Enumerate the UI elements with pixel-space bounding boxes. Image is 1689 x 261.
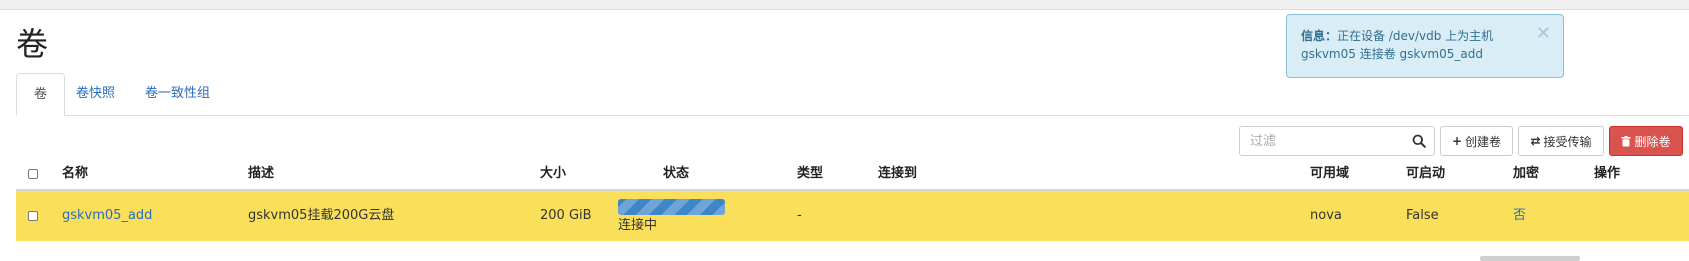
volume-status: 连接中 (618, 218, 658, 233)
volume-bootable: False (1406, 208, 1439, 223)
horizontal-scrollbar[interactable] (1480, 256, 1580, 261)
top-bar (0, 0, 1689, 10)
close-icon[interactable]: ✕ (1536, 25, 1551, 43)
column-bootable[interactable]: 可启动 (1406, 158, 1445, 189)
column-attached-to[interactable]: 连接到 (878, 158, 917, 189)
column-name[interactable]: 名称 (62, 158, 88, 189)
search-icon[interactable] (1412, 134, 1426, 148)
delete-volumes-label: 删除卷 (1634, 134, 1671, 149)
column-availability-zone[interactable]: 可用域 (1310, 158, 1349, 189)
column-actions: 操作 (1594, 166, 1621, 181)
plus-icon: + (1451, 134, 1463, 148)
column-description[interactable]: 描述 (248, 158, 274, 189)
page-title: 卷 (16, 25, 49, 63)
filter-box (1239, 126, 1435, 156)
volume-availability-zone: nova (1310, 208, 1342, 223)
column-encrypted[interactable]: 加密 (1513, 158, 1539, 189)
column-type[interactable]: 类型 (797, 158, 823, 189)
accept-transfer-button[interactable]: ⇄ 接受传输 (1518, 126, 1604, 156)
accept-transfer-label: 接受传输 (1543, 134, 1592, 149)
toast-heading: 信息： (1301, 29, 1338, 43)
column-status[interactable]: 状态 (663, 158, 689, 189)
volume-encrypted-link[interactable]: 否 (1513, 191, 1526, 241)
table-header: 名称 描述 大小 状态 类型 连接到 可用域 可启动 加密 操作 (16, 158, 1689, 191)
table-row: gskvm05_add gskvm05挂载200G云盘 200 GiB 连接中 … (16, 191, 1689, 241)
tab-bar: 卷 卷快照 卷一致性组 (16, 73, 1689, 116)
trash-icon (1621, 135, 1631, 146)
select-all-checkbox[interactable] (28, 169, 38, 179)
delete-volumes-button[interactable]: 删除卷 (1609, 126, 1683, 156)
volume-name-link[interactable]: gskvm05_add (62, 191, 152, 241)
row-checkbox[interactable] (28, 211, 38, 221)
volume-size: 200 GiB (540, 208, 592, 223)
transfer-icon: ⇄ (1530, 134, 1541, 148)
status-progress-bar (618, 199, 725, 215)
filter-input[interactable] (1250, 127, 1400, 155)
tab-volumes[interactable]: 卷 (16, 73, 66, 116)
column-size[interactable]: 大小 (540, 158, 566, 189)
volume-description: gskvm05挂载200G云盘 (248, 208, 395, 223)
info-toast: 信息：正在设备 /dev/vdb 上为主机 gskvm05 连接卷 gskvm0… (1286, 14, 1564, 78)
create-volume-button[interactable]: + 创建卷 (1440, 126, 1513, 156)
create-volume-label: 创建卷 (1465, 134, 1502, 149)
volume-type: - (797, 208, 802, 223)
tab-volume-snapshots[interactable]: 卷快照 (59, 73, 132, 115)
tab-consistency-groups[interactable]: 卷一致性组 (128, 73, 227, 115)
